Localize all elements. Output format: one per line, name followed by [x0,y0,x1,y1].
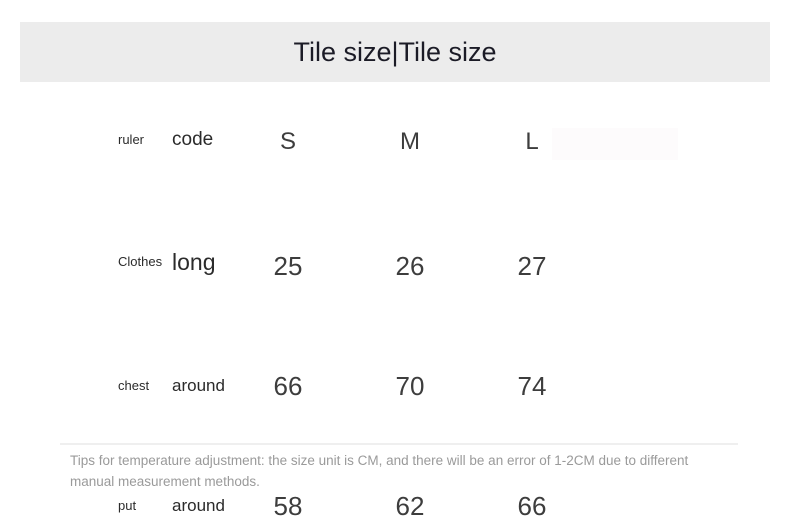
table-row: ruler code S M L [0,110,790,170]
row-sublabel: code [172,129,214,150]
table-row: put around 58 62 66 [0,290,790,521]
size-table: ruler code S M L Clothes long 25 26 27 c… [0,110,790,521]
table-row: chest around 66 70 74 [0,230,790,401]
cell-size-s: 58 [273,491,303,521]
row-sublabel: around [172,496,225,515]
row-label: ruler [118,132,145,147]
cell-size-l: 66 [517,491,547,521]
cell-size-l: L [525,128,539,155]
cell-size-s: 66 [273,371,303,401]
size-chart-page: Tile size|Tile size ruler code S M L Clo… [0,0,790,521]
cell-size-m: 62 [395,491,425,521]
page-title: Tile size|Tile size [293,36,497,67]
cell-size-s: S [279,128,296,155]
row-label: put [118,498,137,513]
cell-size-m: 70 [395,371,425,401]
footer-divider [60,443,738,445]
table-row: Clothes long 25 26 27 [0,170,790,281]
page-title-band: Tile size|Tile size [20,22,770,82]
cell-size-m: M [400,128,420,155]
row-sublabel: around [172,376,225,395]
row-label: chest [118,378,150,393]
tips-text: Tips for temperature adjustment: the siz… [70,453,689,489]
cell-size-l: 74 [517,371,547,401]
